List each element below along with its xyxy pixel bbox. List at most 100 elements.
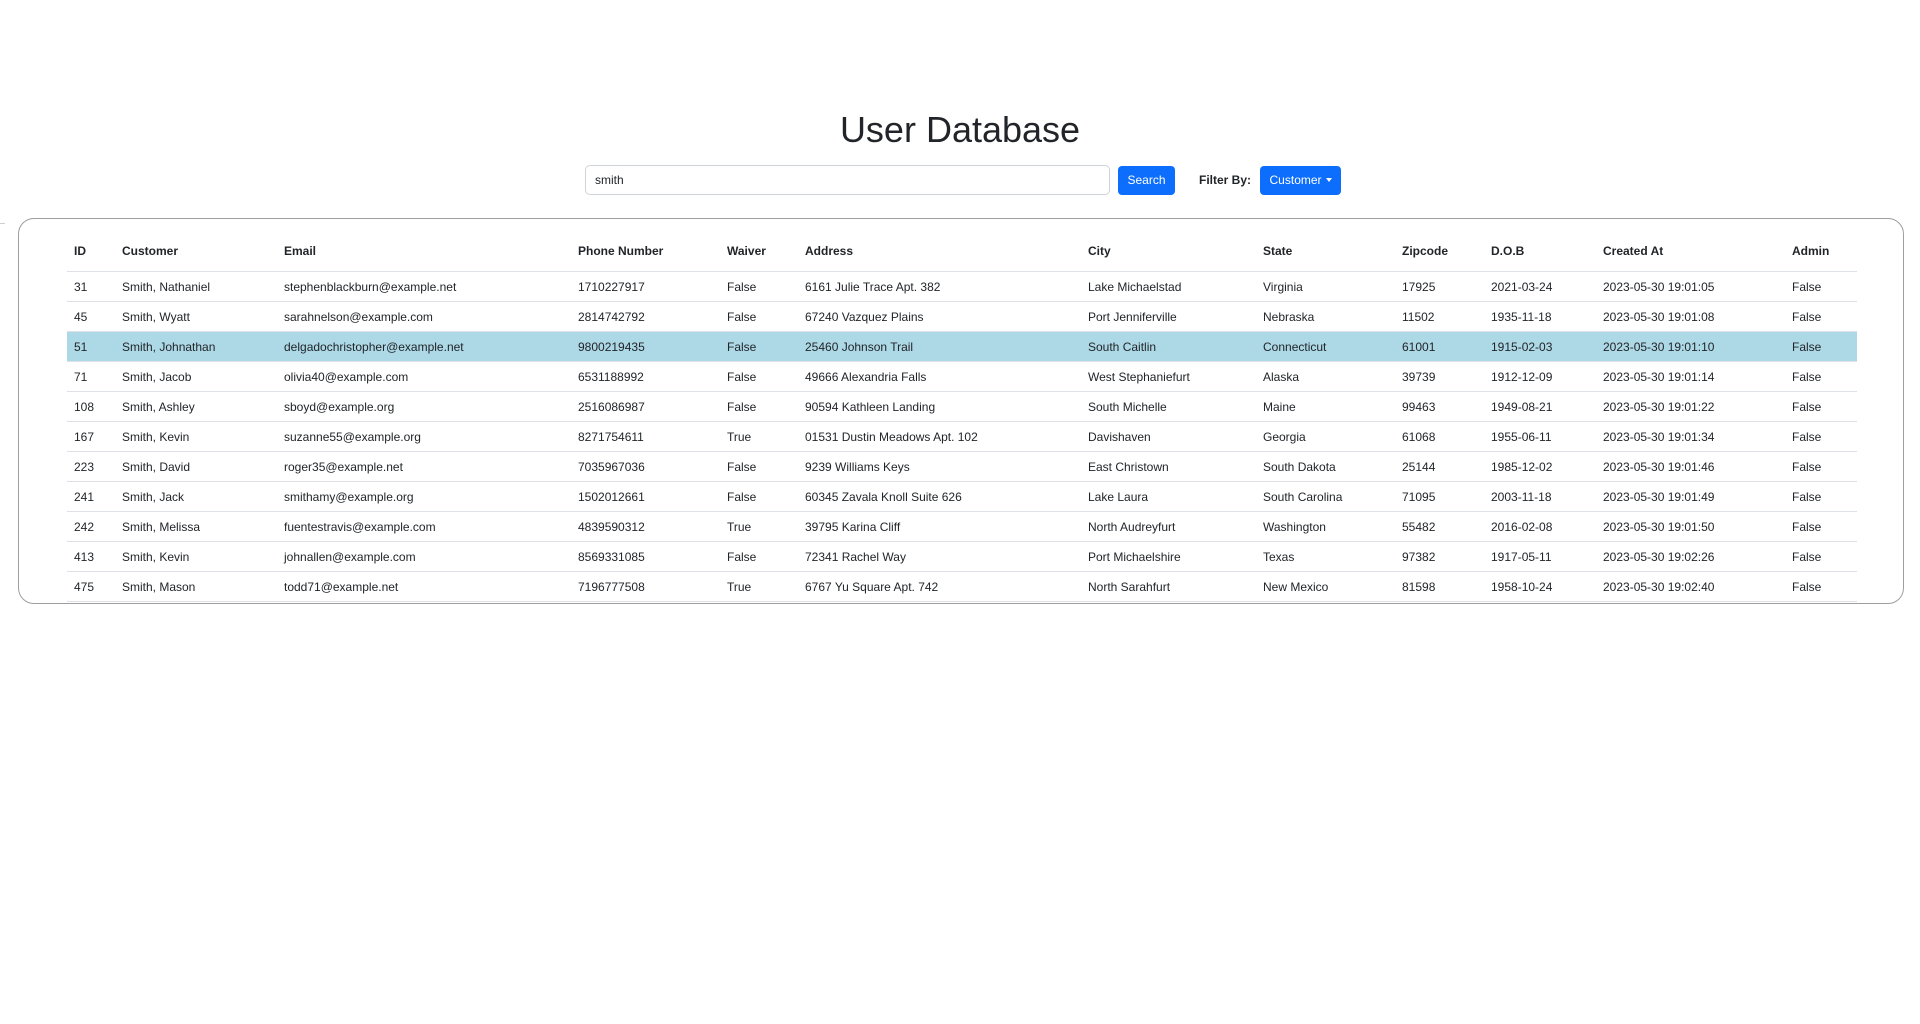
cell-id: 31 (67, 271, 115, 302)
cell-email: delgadochristopher@example.net (277, 331, 571, 362)
cell-dob: 1917-05-11 (1484, 541, 1596, 572)
column-header-admin: Admin (1785, 231, 1857, 272)
cell-state: South Dakota (1256, 451, 1395, 482)
cell-state: Alaska (1256, 361, 1395, 392)
cell-state: Washington (1256, 511, 1395, 542)
cell-state: Texas (1256, 541, 1395, 572)
cell-dob: 1958-10-24 (1484, 571, 1596, 602)
filter-selected-label: Customer (1269, 173, 1322, 187)
cell-admin: False (1785, 451, 1857, 482)
cell-id: 413 (67, 541, 115, 572)
table-row[interactable]: 31 Smith, Nathaniel stephenblackburn@examp… (67, 271, 1857, 302)
cell-state: Nebraska (1256, 301, 1395, 332)
cell-waiver: False (720, 271, 798, 302)
column-header-id: ID (67, 231, 115, 272)
cell-admin: False (1785, 571, 1857, 602)
page: User Database Search Filter By: Customer (0, 0, 1920, 1024)
table-row[interactable]: 223 Smith, David roger35@example.net 703596… (67, 451, 1857, 482)
column-header-email: Email (277, 231, 571, 272)
cell-dob: 1912-12-09 (1484, 361, 1596, 392)
cell-created-at: 2023-05-30 19:02:26 (1596, 541, 1785, 572)
cell-created-at: 2023-05-30 19:02:40 (1596, 571, 1785, 602)
cell-email: johnallen@example.com (277, 541, 571, 572)
cell-id: 475 (67, 571, 115, 602)
table-row[interactable]: 71 Smith, Jacob olivia40@example.com 653118… (67, 361, 1857, 392)
cell-city: North Audreyfurt (1081, 511, 1256, 542)
cell-email: roger35@example.net (277, 451, 571, 482)
search-input[interactable] (585, 165, 1110, 195)
cell-email: todd71@example.net (277, 571, 571, 602)
cell-zipcode: 39739 (1395, 361, 1484, 392)
table-row[interactable]: 241 Smith, Jack smithamy@example.org 150201… (67, 481, 1857, 512)
column-header-waiver: Waiver (720, 231, 798, 272)
cell-city: South Caitlin (1081, 331, 1256, 362)
cell-customer: Smith, Melissa (115, 511, 277, 542)
cell-id: 223 (67, 451, 115, 482)
cell-created-at: 2023-05-30 19:01:22 (1596, 391, 1785, 422)
table-card: ID Customer Email Phone Number Waiver Address… (18, 218, 1904, 604)
search-toolbar: Search Filter By: Customer (585, 165, 1342, 195)
cell-zipcode: 71095 (1395, 481, 1484, 512)
cell-created-at: 2023-05-30 19:01:50 (1596, 511, 1785, 542)
cell-waiver: True (720, 511, 798, 542)
cell-phone: 2814742792 (571, 301, 720, 332)
cell-dob: 2021-03-24 (1484, 271, 1596, 302)
cell-address: 60345 Zavala Knoll Suite 626 (798, 481, 1081, 512)
cell-email: fuentestravis@example.com (277, 511, 571, 542)
cell-waiver: False (720, 451, 798, 482)
cell-dob: 2016-02-08 (1484, 511, 1596, 542)
cell-customer: Smith, Jacob (115, 361, 277, 392)
cell-customer: Smith, Jack (115, 481, 277, 512)
cell-dob: 1955-06-11 (1484, 421, 1596, 452)
column-header-state: State (1256, 231, 1395, 272)
cell-state: South Carolina (1256, 481, 1395, 512)
table-body: 31 Smith, Nathaniel stephenblackburn@examp… (67, 271, 1857, 602)
cell-waiver: True (720, 571, 798, 602)
cell-created-at: 2023-05-30 19:01:08 (1596, 301, 1785, 332)
cell-address: 72341 Rachel Way (798, 541, 1081, 572)
table-row[interactable]: 51 Smith, Johnathan delgadochristopher@exa… (67, 331, 1857, 362)
cell-admin: False (1785, 271, 1857, 302)
cell-customer: Smith, Kevin (115, 541, 277, 572)
search-button[interactable]: Search (1118, 165, 1175, 195)
cell-zipcode: 55482 (1395, 511, 1484, 542)
cell-id: 241 (67, 481, 115, 512)
cell-waiver: False (720, 541, 798, 572)
cell-created-at: 2023-05-30 19:01:14 (1596, 361, 1785, 392)
cell-created-at: 2023-05-30 19:01:34 (1596, 421, 1785, 452)
cell-zipcode: 17925 (1395, 271, 1484, 302)
cell-email: olivia40@example.com (277, 361, 571, 392)
cell-zipcode: 25144 (1395, 451, 1484, 482)
cell-city: Lake Michaelstad (1081, 271, 1256, 302)
cell-phone: 4839590312 (571, 511, 720, 542)
cell-id: 108 (67, 391, 115, 422)
cell-created-at: 2023-05-30 19:01:46 (1596, 451, 1785, 482)
cell-address: 67240 Vazquez Plains (798, 301, 1081, 332)
cell-state: New Mexico (1256, 571, 1395, 602)
cell-phone: 1710227917 (571, 271, 720, 302)
cell-admin: False (1785, 301, 1857, 332)
table-row[interactable]: 45 Smith, Wyatt sarahnelson@example.com 281… (67, 301, 1857, 332)
column-header-address: Address (798, 231, 1081, 272)
cell-city: East Christown (1081, 451, 1256, 482)
cell-state: Georgia (1256, 421, 1395, 452)
table-row[interactable]: 108 Smith, Ashley sboyd@example.org 2516086… (67, 391, 1857, 422)
cell-customer: Smith, Mason (115, 571, 277, 602)
cell-dob: 1949-08-21 (1484, 391, 1596, 422)
table-row[interactable]: 475 Smith, Mason todd71@example.net 7196777… (67, 571, 1857, 602)
cell-customer: Smith, Wyatt (115, 301, 277, 332)
cell-address: 25460 Johnson Trail (798, 331, 1081, 362)
cell-admin: False (1785, 361, 1857, 392)
cell-phone: 2516086987 (571, 391, 720, 422)
table-row[interactable]: 242 Smith, Melissa fuentestravis@example.c… (67, 511, 1857, 542)
table-row[interactable]: 167 Smith, Kevin suzanne55@example.org 8271… (67, 421, 1857, 452)
cell-city: Davishaven (1081, 421, 1256, 452)
cell-zipcode: 61068 (1395, 421, 1484, 452)
cell-city: Port Jenniferville (1081, 301, 1256, 332)
filter-dropdown-button[interactable]: Customer (1260, 165, 1342, 195)
cell-state: Virginia (1256, 271, 1395, 302)
cell-id: 167 (67, 421, 115, 452)
column-header-created-at: Created At (1596, 231, 1785, 272)
cell-phone: 7196777508 (571, 571, 720, 602)
table-row[interactable]: 413 Smith, Kevin johnallen@example.com 8569… (67, 541, 1857, 572)
